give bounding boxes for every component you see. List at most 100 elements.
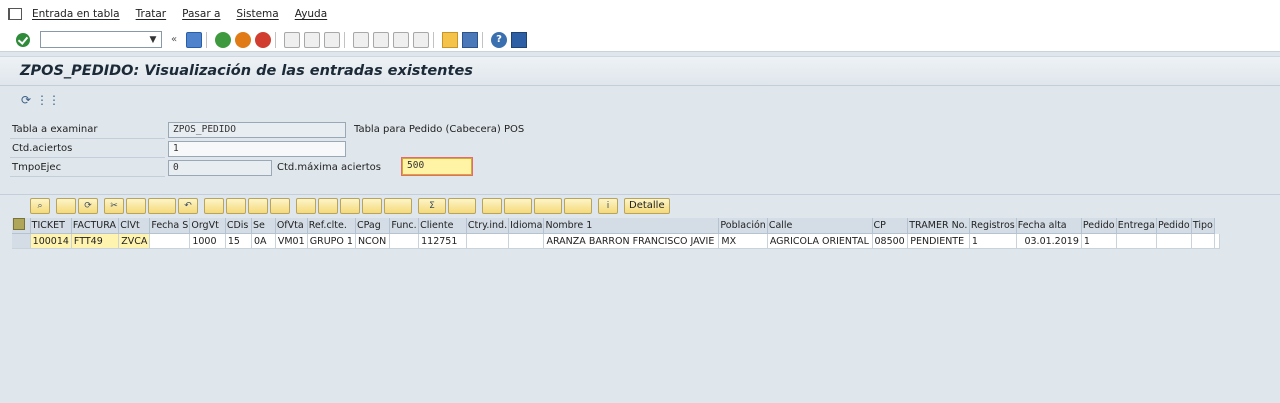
column-header[interactable]: CPag: [355, 218, 391, 234]
sort-ascending-icon[interactable]: [296, 197, 316, 214]
filter-menu-icon[interactable]: [384, 197, 412, 214]
table-cell[interactable]: 1000: [189, 233, 226, 249]
row-selector[interactable]: [12, 233, 31, 249]
enter-check-icon[interactable]: [16, 32, 30, 47]
menu-ayuda[interactable]: Ayuda: [295, 8, 327, 20]
check-entries-icon[interactable]: [56, 197, 76, 214]
find-next-grid-icon[interactable]: [362, 197, 382, 214]
column-header[interactable]: TRAMER No.: [907, 218, 970, 234]
first-page-icon[interactable]: [353, 31, 369, 48]
delete-row-icon[interactable]: [248, 197, 268, 214]
column-header[interactable]: Pedido: [1156, 218, 1192, 234]
column-header[interactable]: Población: [718, 218, 768, 234]
column-header[interactable]: Cliente: [418, 218, 467, 234]
table-cell[interactable]: AGRICOLA ORIENTAL: [767, 233, 873, 249]
table-cell[interactable]: [1191, 233, 1216, 249]
table-cell[interactable]: [389, 233, 420, 249]
last-page-icon[interactable]: [413, 31, 429, 48]
table-contents-icon[interactable]: ⋮⋮: [36, 93, 60, 107]
table-cell[interactable]: 100014: [30, 233, 72, 249]
table-cell[interactable]: 1: [969, 233, 1017, 249]
export-menu-icon[interactable]: [534, 197, 562, 214]
table-cell[interactable]: [466, 233, 510, 249]
next-page-icon[interactable]: [393, 31, 409, 48]
table-cell[interactable]: 15: [225, 233, 253, 249]
shortcut-icon[interactable]: [462, 31, 478, 48]
table-cell[interactable]: 08500: [872, 233, 909, 249]
column-header[interactable]: TICKET: [30, 218, 72, 234]
table-cell[interactable]: [1214, 233, 1220, 249]
column-header[interactable]: Calle: [767, 218, 873, 234]
table-cell[interactable]: [508, 233, 545, 249]
find-icon[interactable]: [304, 31, 320, 48]
command-field[interactable]: ▼: [40, 31, 162, 48]
table-cell[interactable]: ZVCA: [118, 233, 151, 249]
duplicate-row-icon[interactable]: [270, 197, 290, 214]
table-cell[interactable]: VM01: [275, 233, 308, 249]
help-icon[interactable]: ?: [491, 31, 507, 48]
column-header[interactable]: Tipo: [1191, 218, 1216, 234]
select-all-icon[interactable]: [13, 218, 25, 230]
customize-layout-icon[interactable]: [511, 31, 527, 48]
previous-page-icon[interactable]: [373, 31, 389, 48]
paste-menu-icon[interactable]: [148, 197, 176, 214]
select-all-cell[interactable]: [12, 218, 31, 234]
details-icon[interactable]: ⌕: [30, 197, 50, 214]
refresh-grid-icon[interactable]: ⟳: [78, 197, 98, 214]
column-header[interactable]: Registros: [969, 218, 1017, 234]
column-header[interactable]: Entrega: [1116, 218, 1157, 234]
back-icon[interactable]: [215, 31, 231, 48]
menu-pasar-a[interactable]: Pasar a: [182, 8, 220, 20]
exit-green-icon[interactable]: [235, 31, 251, 48]
table-cell[interactable]: [1156, 233, 1192, 249]
column-header[interactable]: FACTURA: [71, 218, 120, 234]
subtotal-menu-icon[interactable]: [448, 197, 476, 214]
command-dropdown-icon[interactable]: ▼: [145, 32, 161, 47]
column-header[interactable]: Ref.clte.: [307, 218, 356, 234]
maxima-aciertos-input[interactable]: 500: [402, 158, 472, 175]
table-cell[interactable]: [1116, 233, 1157, 249]
append-row-icon[interactable]: [204, 197, 224, 214]
exit-icon[interactable]: [8, 8, 22, 20]
detalle-button[interactable]: Detalle: [624, 197, 670, 214]
column-header[interactable]: Se: [251, 218, 276, 234]
column-header[interactable]: Func.: [389, 218, 420, 234]
refresh-icon[interactable]: ⟳: [18, 93, 34, 107]
column-header[interactable]: Nombre 1: [543, 218, 720, 234]
column-header[interactable]: Idioma: [508, 218, 545, 234]
cut-icon[interactable]: ✂: [104, 197, 124, 214]
table-cell[interactable]: 112751: [418, 233, 467, 249]
table-cell[interactable]: FTT49: [71, 233, 120, 249]
table-cell[interactable]: [149, 233, 191, 249]
cancel-icon[interactable]: [255, 31, 271, 48]
sort-descending-icon[interactable]: [318, 197, 338, 214]
table-cell[interactable]: ARANZA BARRON FRANCISCO JAVIE: [543, 233, 720, 249]
menu-tratar[interactable]: Tratar: [136, 8, 167, 20]
table-cell[interactable]: MX: [718, 233, 768, 249]
find-grid-icon[interactable]: [340, 197, 360, 214]
column-header[interactable]: Fecha S: [149, 218, 191, 234]
column-header[interactable]: OfVta: [275, 218, 308, 234]
insert-row-icon[interactable]: [226, 197, 246, 214]
column-header[interactable]: CP: [872, 218, 909, 234]
info-icon[interactable]: i: [598, 197, 618, 214]
menu-sistema[interactable]: Sistema: [236, 8, 278, 20]
table-cell[interactable]: 03.01.2019: [1016, 233, 1082, 249]
undo-icon[interactable]: ↶: [178, 197, 198, 214]
column-header[interactable]: CDis: [225, 218, 253, 234]
table-cell[interactable]: PENDIENTE: [907, 233, 970, 249]
print-icon[interactable]: [284, 31, 300, 48]
table-row[interactable]: 100014 FTT49 ZVCA 1000 15 0A VM01 GRUPO …: [12, 233, 1220, 249]
sum-menu-icon[interactable]: Σ: [418, 197, 446, 214]
column-header[interactable]: Ctry.ind.: [466, 218, 510, 234]
table-cell[interactable]: NCON: [355, 233, 391, 249]
layout-menu-icon[interactable]: [564, 197, 592, 214]
column-header[interactable]: OrgVt: [189, 218, 226, 234]
table-cell[interactable]: 1: [1081, 233, 1117, 249]
back-history-icon[interactable]: «: [166, 32, 182, 48]
views-menu-icon[interactable]: [504, 197, 532, 214]
table-cell[interactable]: 0A: [251, 233, 276, 249]
copy-icon[interactable]: [126, 197, 146, 214]
column-header[interactable]: Pedido: [1081, 218, 1117, 234]
new-session-icon[interactable]: [442, 31, 458, 48]
